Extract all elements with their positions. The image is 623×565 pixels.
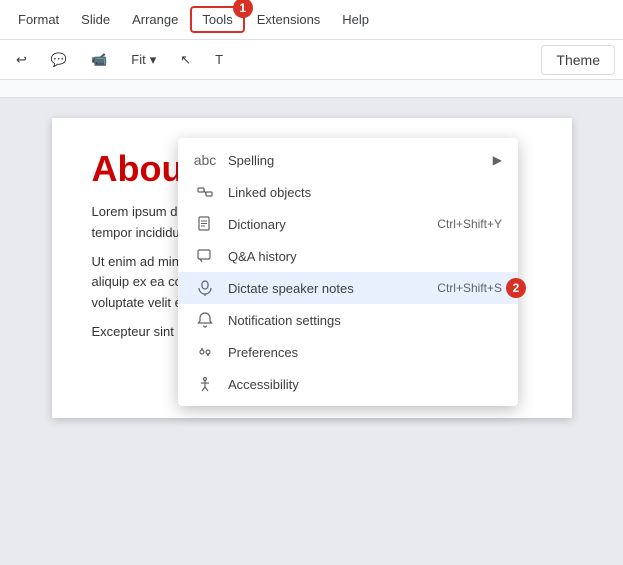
fit-label: Fit — [131, 52, 145, 67]
menubar-help[interactable]: Help — [332, 8, 379, 31]
menubar-slide[interactable]: Slide — [71, 8, 120, 31]
menu-qa-label: Q&A history — [228, 249, 297, 264]
toolbar-text[interactable]: T — [207, 48, 231, 71]
menu-preferences-label: Preferences — [228, 345, 298, 360]
menu-spelling-label: Spelling — [228, 153, 274, 168]
ruler — [0, 80, 623, 98]
menu-dictionary-label: Dictionary — [228, 217, 286, 232]
qa-icon — [194, 248, 216, 264]
tools-badge: 1 — [233, 0, 253, 18]
toolbar-cursor[interactable]: ↖ — [172, 48, 199, 72]
menu-qa-history[interactable]: Q&A history — [178, 240, 518, 272]
tools-dropdown: abc Spelling ▶ Linked objects — [178, 138, 518, 406]
toolbar-history[interactable]: ↩ — [8, 48, 35, 72]
menu-linked-objects-label: Linked objects — [228, 185, 311, 200]
menubar-tools[interactable]: Tools 1 — [190, 6, 244, 33]
notification-icon — [194, 312, 216, 328]
dictionary-icon — [194, 216, 216, 232]
dictionary-shortcut: Ctrl+Shift+Y — [437, 217, 502, 231]
menu-linked-objects[interactable]: Linked objects — [178, 176, 518, 208]
menu-preferences[interactable]: Preferences — [178, 336, 518, 368]
comment-icon: 💬 — [51, 52, 67, 68]
toolbar-video[interactable]: 📹 — [83, 48, 115, 72]
menu-accessibility[interactable]: Accessibility — [178, 368, 518, 400]
menu-dictate[interactable]: Dictate speaker notes Ctrl+Shift+S 2 — [178, 272, 518, 304]
menu-spelling[interactable]: abc Spelling ▶ — [178, 144, 518, 176]
text-icon: T — [215, 52, 223, 67]
preferences-icon — [194, 344, 216, 360]
menu-accessibility-label: Accessibility — [228, 377, 299, 392]
chevron-down-icon: ▾ — [150, 52, 157, 68]
dictate-badge: 2 — [506, 278, 526, 298]
history-icon: ↩ — [16, 52, 27, 68]
accessibility-icon — [194, 376, 216, 392]
menu-notification-label: Notification settings — [228, 313, 341, 328]
menu-dictionary[interactable]: Dictionary Ctrl+Shift+Y — [178, 208, 518, 240]
menubar-extensions[interactable]: Extensions — [247, 8, 331, 31]
menubar-format[interactable]: Format — [8, 8, 69, 31]
main-content: About Lorem ipsum dolor sit amet, consec… — [0, 98, 623, 565]
menubar-arrange[interactable]: Arrange — [122, 8, 188, 31]
menu-notification[interactable]: Notification settings — [178, 304, 518, 336]
linked-objects-icon — [194, 184, 216, 200]
dictate-shortcut: Ctrl+Shift+S — [437, 281, 502, 295]
cursor-icon: ↖ — [180, 52, 191, 68]
toolbar: ↩ 💬 📹 Fit ▾ ↖ T Theme — [0, 40, 623, 80]
chevron-right-icon: ▶ — [493, 153, 502, 167]
toolbar-fit[interactable]: Fit ▾ — [123, 48, 164, 72]
microphone-icon — [194, 280, 216, 296]
toolbar-comment[interactable]: 💬 — [43, 48, 75, 72]
toolbar-theme[interactable]: Theme — [541, 45, 615, 75]
menubar: Format Slide Arrange Tools 1 Extensions … — [0, 0, 623, 40]
spelling-icon: abc — [194, 152, 216, 168]
video-icon: 📹 — [91, 52, 107, 68]
menu-dictate-label: Dictate speaker notes — [228, 281, 354, 296]
